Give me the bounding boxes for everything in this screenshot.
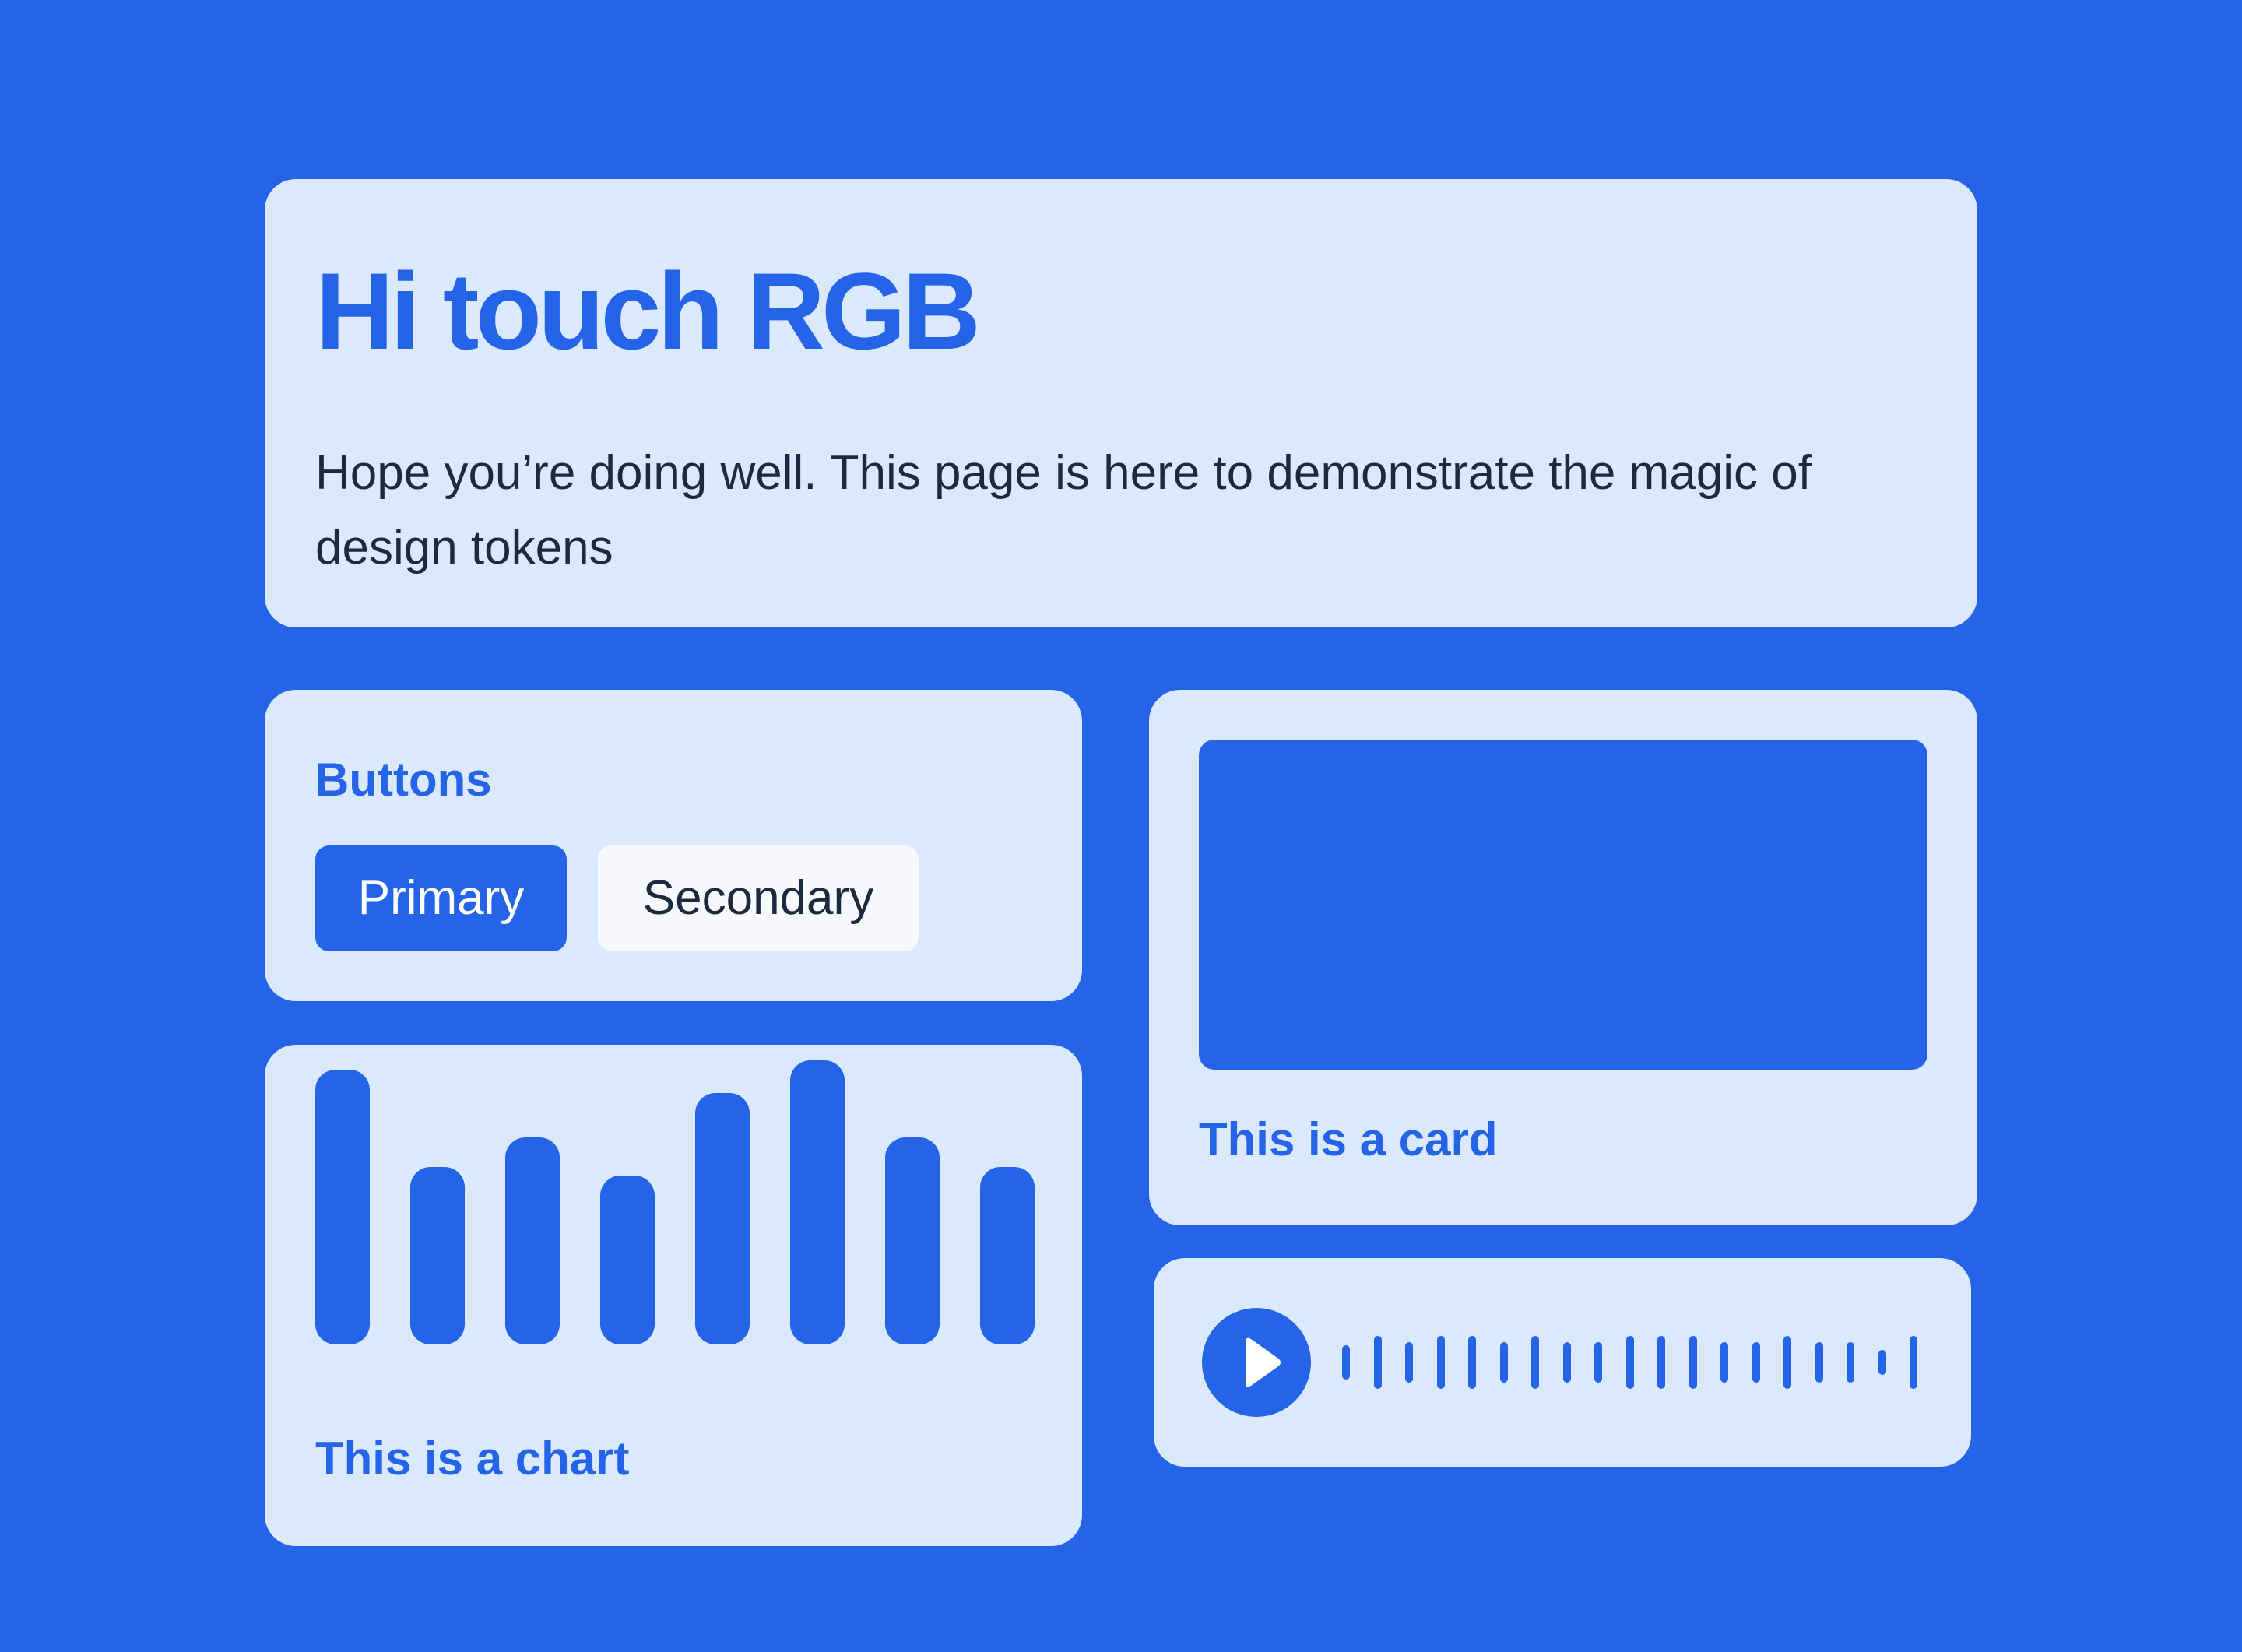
page-title: Hi touch RGB	[315, 250, 981, 372]
waveform-bar	[1815, 1342, 1823, 1383]
chart-caption: This is a chart	[315, 1432, 630, 1485]
chart-bar	[600, 1176, 655, 1344]
play-button[interactable]	[1202, 1308, 1311, 1417]
buttons-card: Buttons Primary Secondary	[265, 690, 1082, 1001]
waveform-bar	[1531, 1336, 1539, 1389]
card-caption: This is a card	[1199, 1113, 1498, 1165]
hero-card: Hi touch RGB Hope you’re doing well. Thi…	[265, 179, 1977, 627]
secondary-button[interactable]: Secondary	[598, 845, 919, 951]
waveform-bar	[1342, 1345, 1350, 1380]
audio-waveform[interactable]	[1342, 1258, 1934, 1467]
chart-bar	[790, 1060, 845, 1344]
card-image-placeholder	[1199, 740, 1927, 1070]
waveform-bar	[1500, 1342, 1508, 1383]
audio-player-card	[1154, 1258, 1971, 1467]
chart-card: This is a chart	[265, 1045, 1082, 1546]
chart-bar	[695, 1093, 750, 1344]
waveform-bar	[1720, 1342, 1728, 1383]
waveform-bar	[1783, 1336, 1791, 1389]
waveform-bar	[1437, 1336, 1445, 1389]
waveform-bar	[1468, 1336, 1476, 1389]
buttons-heading: Buttons	[315, 754, 492, 806]
waveform-bar	[1374, 1336, 1382, 1389]
intro-text: Hope you’re doing well. This page is her…	[315, 446, 1812, 575]
waveform-bar	[1594, 1342, 1602, 1383]
waveform-bar	[1689, 1336, 1697, 1389]
waveform-bar	[1847, 1342, 1854, 1383]
waveform-bar	[1657, 1336, 1665, 1389]
bar-chart	[315, 1060, 1035, 1344]
waveform-bar	[1563, 1342, 1571, 1383]
chart-bar	[885, 1137, 940, 1344]
primary-button[interactable]: Primary	[315, 845, 567, 951]
chart-bar	[980, 1167, 1035, 1344]
waveform-bar	[1626, 1336, 1634, 1389]
waveform-bar	[1910, 1336, 1917, 1389]
play-icon	[1246, 1337, 1281, 1387]
waveform-bar	[1878, 1350, 1886, 1375]
waveform-bar	[1405, 1342, 1413, 1383]
chart-bar	[410, 1167, 465, 1344]
waveform-bar	[1752, 1342, 1760, 1383]
chart-bar	[505, 1137, 560, 1344]
chart-bar	[315, 1070, 370, 1344]
content-card: This is a card	[1149, 690, 1977, 1225]
